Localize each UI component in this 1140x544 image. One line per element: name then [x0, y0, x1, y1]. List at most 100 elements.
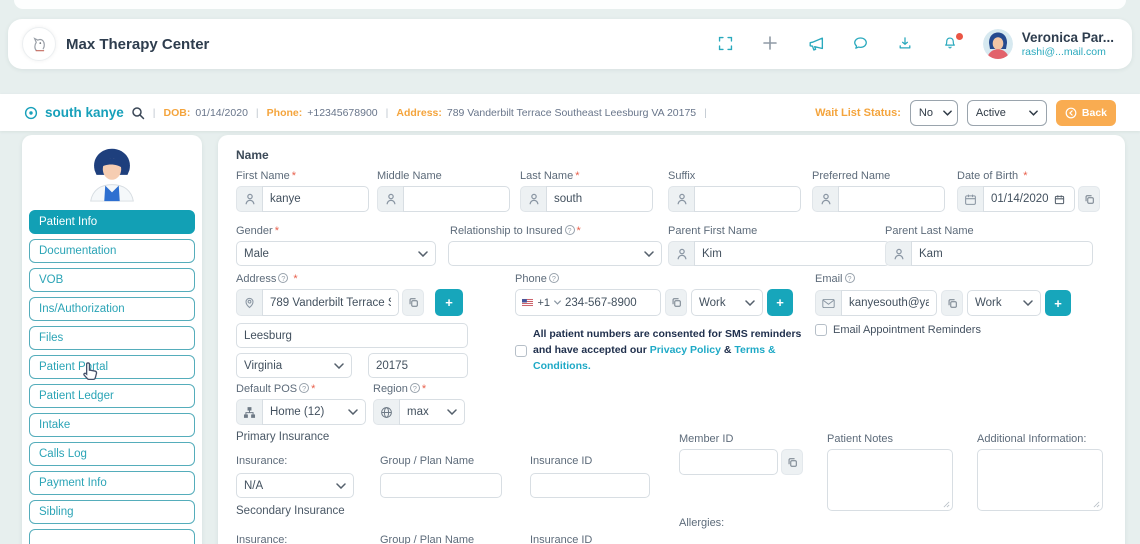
last-name-label: Last Name * — [520, 170, 580, 182]
required-marker: * — [311, 383, 316, 395]
copy-icon[interactable] — [665, 289, 687, 316]
required-marker: * — [274, 225, 279, 237]
middle-name-label: Middle Name — [377, 170, 442, 182]
add-phone-button[interactable]: + — [767, 289, 793, 316]
us-flag-icon[interactable] — [522, 297, 534, 308]
announcement-icon[interactable] — [807, 35, 825, 53]
copy-icon[interactable] — [941, 290, 963, 316]
patient-notes-textarea[interactable] — [828, 450, 952, 510]
sidebar-item-label: Patient Portal — [39, 361, 109, 373]
sidebar-item-files[interactable]: Files — [29, 326, 195, 350]
dob-input[interactable] — [991, 193, 1051, 205]
user-avatar[interactable] — [982, 29, 1013, 59]
notification-badge — [955, 33, 963, 40]
brand[interactable]: Max Therapy Center — [22, 27, 209, 61]
first-name-input[interactable] — [262, 186, 369, 212]
resize-handle[interactable] — [943, 501, 950, 508]
sidebar-item-payment-info[interactable]: Payment Info — [29, 471, 195, 495]
back-arrow-icon — [1065, 107, 1077, 118]
sidebar-item-patient-info[interactable]: Patient Info — [29, 210, 195, 234]
sidebar-item-label: Patient Ledger — [39, 390, 114, 402]
insurance-label: Insurance: — [236, 455, 288, 467]
state-select[interactable]: Virginia — [236, 353, 352, 378]
street-input[interactable] — [262, 289, 399, 316]
sidebar-item-calls-log[interactable]: Calls Log — [29, 442, 195, 466]
additional-info-textarea[interactable] — [978, 450, 1102, 510]
member-id-input[interactable] — [679, 449, 778, 475]
middle-name-input[interactable] — [403, 186, 510, 212]
suffix-input[interactable] — [694, 186, 801, 212]
phone-label: Phone: — [266, 106, 303, 119]
search-icon[interactable] — [131, 106, 145, 120]
region-field: max — [373, 399, 465, 425]
insurance-select[interactable]: N/A — [236, 473, 354, 498]
person-icon — [236, 186, 262, 212]
notifications-icon[interactable] — [942, 33, 963, 53]
patient-avatar — [29, 143, 195, 203]
relationship-select[interactable] — [448, 241, 662, 266]
help-icon[interactable]: ? — [844, 273, 855, 283]
help-icon[interactable]: ? — [278, 273, 289, 283]
sidebar-item-vob[interactable]: VOB — [29, 268, 195, 292]
patient-status-select[interactable]: Active — [966, 99, 1047, 126]
help-icon[interactable]: ? — [564, 225, 575, 235]
help-icon[interactable]: ? — [299, 383, 310, 393]
chevron-down-icon — [447, 409, 457, 415]
email-input[interactable] — [841, 290, 937, 316]
zip-input[interactable] — [368, 353, 468, 378]
region-label: Region? * — [373, 383, 427, 395]
sidebar-item-label: Payment Info — [39, 477, 107, 489]
download-icon[interactable] — [897, 35, 915, 53]
required-marker: * — [421, 383, 427, 395]
gender-select[interactable]: Male — [236, 241, 436, 266]
add-icon[interactable] — [762, 35, 780, 53]
fullscreen-icon[interactable] — [717, 35, 735, 53]
additional-info-field — [977, 449, 1103, 511]
sidebar-item-sibling[interactable]: Sibling — [29, 500, 195, 524]
sidebar-item-label: Files — [39, 332, 64, 344]
sidebar-item-ins-authorization[interactable]: Ins/Authorization — [29, 297, 195, 321]
user-menu[interactable]: Veronica Par... rashi@...mail.com — [982, 29, 1114, 59]
sidebar-item-patient-portal[interactable]: Patient Portal — [29, 355, 195, 379]
app-header: Max Therapy Center Veronica Par... rashi… — [8, 19, 1132, 69]
patient-summary: south kanye | DOB: 01/14/2020 | Phone: +… — [24, 105, 710, 120]
email-reminder-label: Email Appointment Reminders — [833, 324, 981, 336]
email-field: Work + — [815, 290, 1071, 316]
add-address-button[interactable]: + — [435, 289, 463, 316]
required-marker: * — [576, 225, 581, 237]
sidebar-item-patient-ledger[interactable]: Patient Ledger — [29, 384, 195, 408]
email-type-select[interactable]: Work — [967, 290, 1041, 316]
add-email-button[interactable]: + — [1045, 290, 1071, 316]
back-label: Back — [1081, 106, 1107, 119]
parent-first-name-input[interactable] — [694, 241, 890, 266]
copy-icon[interactable] — [781, 449, 803, 475]
preferred-name-input[interactable] — [838, 186, 945, 212]
datepicker-icon[interactable] — [1054, 194, 1065, 205]
copy-icon[interactable] — [402, 289, 424, 316]
region-select[interactable]: max — [399, 399, 465, 425]
help-icon[interactable]: ? — [409, 383, 420, 393]
country-code[interactable]: +1 — [537, 297, 550, 309]
sidebar-item-documentation[interactable]: Documentation — [29, 239, 195, 263]
resize-handle[interactable] — [1093, 501, 1100, 508]
help-icon[interactable]: ? — [548, 273, 559, 283]
back-button[interactable]: Back — [1055, 99, 1116, 126]
email-reminder-checkbox[interactable] — [815, 324, 827, 336]
sms-consent-checkbox[interactable] — [515, 344, 527, 357]
privacy-policy-link[interactable]: Privacy Policy — [650, 344, 721, 356]
last-name-input[interactable] — [546, 186, 653, 212]
sidebar-item-intake[interactable]: Intake — [29, 413, 195, 437]
group-plan-input[interactable] — [380, 473, 502, 498]
patient-info-form: Name First Name * Middle Name Last Name * … — [218, 135, 1125, 544]
app-logo-icon — [22, 27, 56, 61]
phone-input[interactable] — [565, 296, 654, 309]
insurance-id-input[interactable] — [530, 473, 650, 498]
parent-last-name-input[interactable] — [911, 241, 1093, 266]
default-pos-select[interactable]: Home (12) — [262, 399, 366, 425]
wait-list-select[interactable]: No — [909, 99, 958, 126]
sidebar-item-more[interactable] — [29, 529, 195, 544]
city-input[interactable] — [236, 323, 468, 348]
copy-icon[interactable] — [1078, 186, 1100, 212]
phone-type-select[interactable]: Work — [691, 289, 763, 316]
chat-icon[interactable] — [852, 35, 870, 53]
